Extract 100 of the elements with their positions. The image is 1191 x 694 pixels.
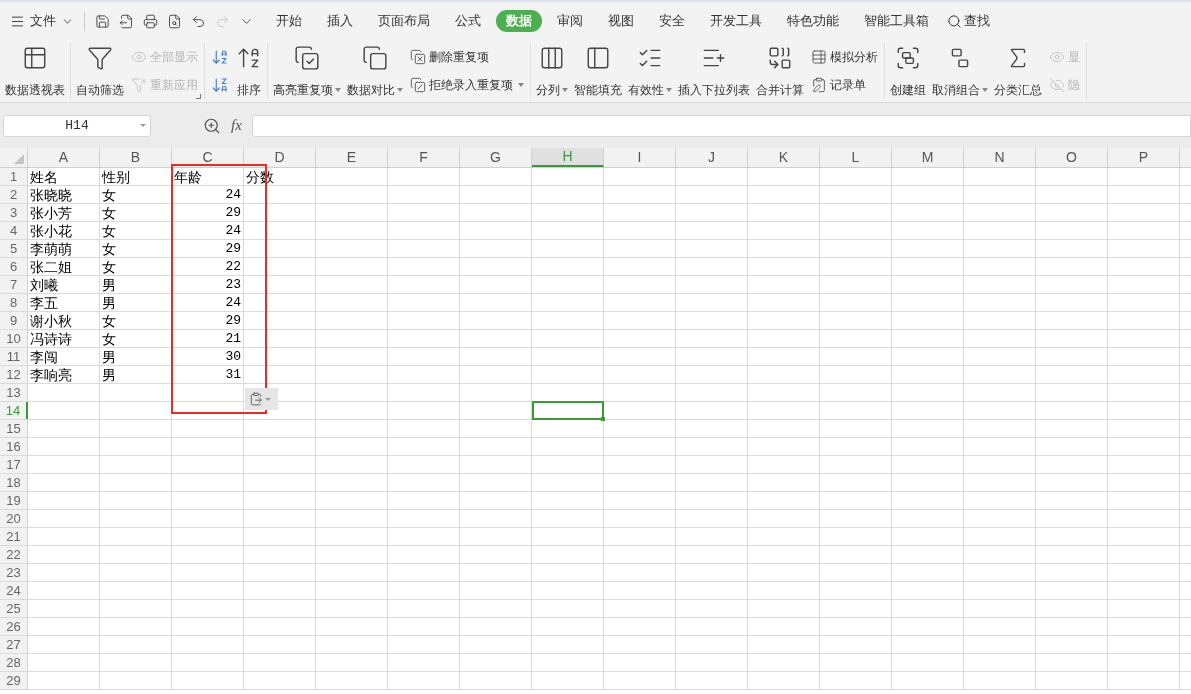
print-preview-icon[interactable] [167, 13, 182, 29]
undo-icon[interactable] [191, 13, 206, 29]
paste-options-button[interactable] [245, 388, 278, 410]
ribbon-button[interactable]: 拒绝录入重复项 [410, 76, 524, 94]
column-header[interactable]: C [172, 148, 244, 167]
ribbon-tab[interactable]: 公式 [445, 10, 491, 32]
file-menu[interactable]: 文件 [0, 11, 82, 31]
table-cell: 李五 [28, 294, 100, 311]
export-icon[interactable] [119, 13, 134, 29]
ribbon-button[interactable]: 智能填充 [572, 43, 624, 99]
row-header[interactable]: 17 [0, 456, 28, 473]
ribbon-tab[interactable]: 审阅 [547, 10, 593, 32]
row-header[interactable]: 3 [0, 204, 28, 221]
column-header[interactable]: M [892, 148, 964, 167]
group-icon [895, 45, 921, 71]
function-label[interactable]: fx [231, 114, 242, 137]
ribbon-button[interactable]: 创建组 [888, 43, 928, 99]
highlight-duplicates-icon [294, 45, 320, 71]
ribbon-tab[interactable]: 安全 [649, 10, 695, 32]
row-header[interactable]: 5 [0, 240, 28, 257]
row-header[interactable]: 1 [0, 168, 28, 185]
column-header[interactable]: K [748, 148, 820, 167]
row-header[interactable]: 19 [0, 492, 28, 509]
column-header[interactable]: D [244, 148, 316, 167]
row-header[interactable]: 8 [0, 294, 28, 311]
row-header[interactable]: 21 [0, 528, 28, 545]
paste-options-icon [249, 392, 263, 406]
column-header[interactable]: P [1108, 148, 1180, 167]
table-cell: 30 [172, 348, 244, 365]
save-icon[interactable] [95, 13, 110, 29]
column-header[interactable]: J [676, 148, 748, 167]
ribbon-button[interactable]: 分列 [534, 43, 570, 99]
ribbon-button[interactable]: 删除重复项 [410, 48, 524, 66]
ribbon-tab[interactable]: 开始 [266, 10, 312, 32]
row-header[interactable]: 6 [0, 258, 28, 275]
row-header[interactable]: 23 [0, 564, 28, 581]
row-header[interactable]: 7 [0, 276, 28, 293]
sort-ascending-icon[interactable] [211, 48, 229, 66]
ribbon-tab[interactable]: 页面布局 [368, 10, 440, 32]
ribbon-button[interactable]: 自动筛选 [74, 43, 126, 99]
filter-reset-icon [131, 77, 147, 93]
menu-icon [10, 13, 25, 29]
ribbon-button[interactable]: 排序 [234, 43, 264, 99]
ribbon-button[interactable]: 高亮重复项 [271, 43, 343, 99]
row-header[interactable]: 11 [0, 348, 28, 365]
row-header[interactable]: 9 [0, 312, 28, 329]
column-header[interactable]: A [28, 148, 100, 167]
form-icon [811, 77, 827, 93]
delete-duplicates-icon [410, 49, 426, 65]
table-cell: 女 [100, 204, 172, 221]
column-header[interactable]: F [388, 148, 460, 167]
table-cell: 31 [172, 366, 244, 383]
column-header[interactable]: O [1036, 148, 1108, 167]
column-header[interactable]: E [316, 148, 388, 167]
row-header[interactable]: 16 [0, 438, 28, 455]
selected-cell[interactable] [532, 401, 604, 420]
search-icon [947, 13, 962, 29]
dialog-launcher-icon[interactable] [196, 94, 201, 99]
ribbon-tab[interactable]: 特色功能 [777, 10, 849, 32]
ribbon-button[interactable]: 插入下拉列表 [676, 43, 752, 99]
ribbon-button[interactable]: 合并计算 [754, 43, 806, 99]
row-header[interactable]: 29 [0, 672, 28, 689]
row-header[interactable]: 13 [0, 384, 28, 401]
row-header[interactable]: 15 [0, 420, 28, 437]
row-header[interactable]: 12 [0, 366, 28, 383]
row-header[interactable]: 2 [0, 186, 28, 203]
column-header[interactable]: L [820, 148, 892, 167]
column-header[interactable]: N [964, 148, 1036, 167]
column-header[interactable]: B [100, 148, 172, 167]
ribbon-button[interactable]: 数据透视表 [3, 43, 67, 99]
row-header[interactable]: 18 [0, 474, 28, 491]
table-cell: 29 [172, 204, 244, 221]
name-box[interactable]: H14 [3, 114, 151, 137]
ribbon-button[interactable]: 有效性 [626, 43, 674, 99]
row-header[interactable]: 4 [0, 222, 28, 239]
search-button[interactable]: 查找 [947, 11, 990, 31]
ribbon-button[interactable]: 模拟分析 [811, 48, 878, 66]
table-cell: 冯诗诗 [28, 330, 100, 347]
row-header[interactable]: 24 [0, 582, 28, 599]
row-header[interactable]: 27 [0, 636, 28, 653]
formula-input[interactable] [251, 114, 1191, 137]
ribbon-button[interactable]: 记录单 [811, 76, 878, 94]
ribbon-tab[interactable]: 智能工具箱 [854, 10, 939, 32]
zoom-icon[interactable] [203, 116, 221, 135]
row-header[interactable]: 22 [0, 546, 28, 563]
sort-descending-icon[interactable] [211, 76, 229, 94]
row-header[interactable]: 25 [0, 600, 28, 617]
row-header[interactable]: 10 [0, 330, 28, 347]
ribbon-button[interactable]: 分类汇总 [992, 43, 1044, 99]
row-header[interactable]: 28 [0, 654, 28, 671]
print-icon[interactable] [143, 13, 158, 29]
ribbon-tab[interactable]: 开发工具 [700, 10, 772, 32]
ribbon-tab[interactable]: 视图 [598, 10, 644, 32]
ribbon-button[interactable]: 取消组合 [930, 43, 990, 99]
row-header[interactable]: 26 [0, 618, 28, 635]
ribbon-button[interactable]: 数据对比 [345, 43, 405, 99]
row-header[interactable]: 20 [0, 510, 28, 527]
column-header[interactable]: I [604, 148, 676, 167]
ribbon-tab[interactable]: 插入 [317, 10, 363, 32]
reject-duplicates-icon [410, 77, 426, 93]
